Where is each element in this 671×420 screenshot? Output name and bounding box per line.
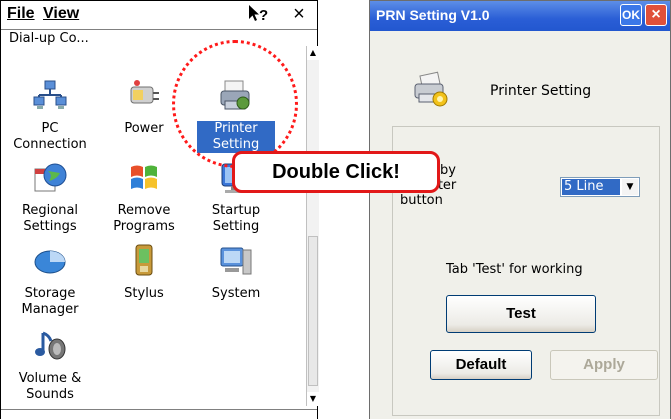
stylus-icon [135,244,153,276]
volume-sounds-label: Volume & Sounds [18,371,82,402]
regional-settings-label: Regional Settings [21,203,79,234]
apply-button[interactable]: Apply [550,350,658,380]
dialup-item-partial[interactable]: Dial-up Co... [9,31,89,46]
highlight-circle [172,40,298,168]
help-pointer-icon: ? [249,5,268,24]
printer-icon [414,71,448,107]
feed-line-value: 5 Line [562,179,620,195]
system-icon [220,247,252,275]
scroll-thumb[interactable] [308,236,318,386]
scroll-up-icon[interactable]: ▲ [307,46,319,60]
title-bar: PRN Setting V1.0 OK × [370,1,670,31]
power-label: Power [124,121,164,136]
help-question-text: ? [259,7,268,24]
double-click-callout: Double Click! [232,151,440,193]
startup-setting-label: Startup Setting [211,203,261,234]
system-label: System [211,286,261,301]
window-title: PRN Setting V1.0 [376,7,490,23]
callout-text: Double Click! [272,161,400,183]
stylus-label: Stylus [124,286,164,301]
regional-settings-icon [34,163,67,192]
help-pointer-button[interactable]: ? [247,3,269,25]
remove-programs-icon [131,165,157,189]
power-icon [130,80,159,104]
menu-bar: File View ? × [1,1,317,30]
volume-sounds-icon [35,331,66,360]
ok-button[interactable]: OK [620,4,642,26]
storage-manager-icon [34,250,66,274]
close-button[interactable]: × [645,4,667,26]
printer-setting-header: Printer Setting [490,83,592,99]
pc-connection-label: PC Connection [13,121,87,152]
view-menu[interactable]: View [43,5,79,23]
scroll-down-icon[interactable]: ▼ [307,392,319,406]
chevron-down-icon[interactable]: ▼ [622,179,638,195]
test-button[interactable]: Test [446,295,596,333]
bottom-bar [1,409,317,420]
remove-programs-label: Remove Programs [113,203,175,234]
pc-connection-icon [33,80,67,109]
close-button[interactable]: × [288,3,310,25]
vertical-scrollbar[interactable]: ▲ ▼ [306,46,319,406]
file-menu[interactable]: File [7,5,35,23]
prn-setting-window: PRN Setting V1.0 OK × Printer Setting g … [369,0,671,419]
default-button[interactable]: Default [430,350,532,380]
storage-manager-label: Storage Manager [21,286,79,317]
feed-line-dropdown[interactable]: 5 Line ▼ [560,177,640,197]
test-hint-text: Tab 'Test' for working [446,262,583,277]
